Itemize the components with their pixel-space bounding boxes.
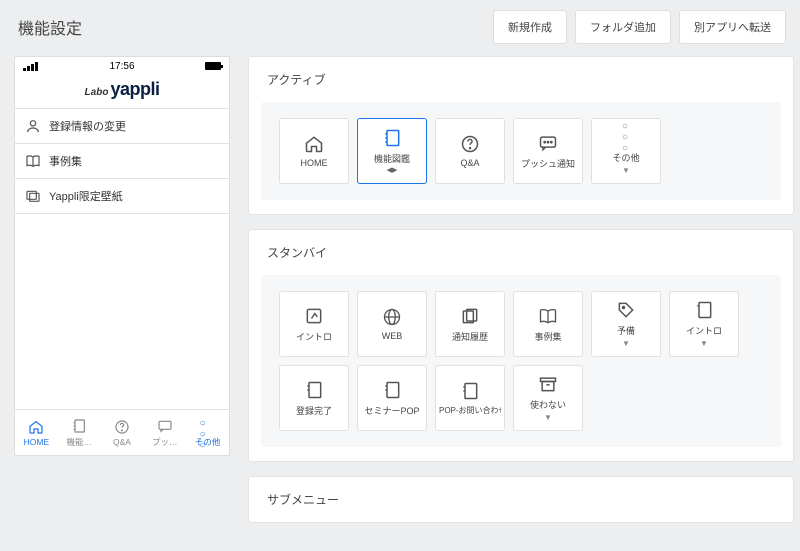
header-actions: 新規作成 フォルダ追加 別アプリへ転送 (493, 10, 786, 44)
phone-menu-item[interactable]: 事例集 (15, 144, 229, 179)
chevron-down-icon: ▼ (622, 166, 630, 175)
tab-qa[interactable]: Q&A (101, 410, 144, 455)
card-label: イントロ (686, 324, 722, 337)
chevron-down-icon: ▼ (622, 339, 630, 348)
card-register-done[interactable]: 登録完了 (279, 365, 349, 431)
tab-other[interactable]: ○ ○ ○ その他 (186, 410, 229, 455)
transfer-button[interactable]: 別アプリへ転送 (679, 10, 786, 44)
card-label: Q&A (460, 158, 479, 168)
gallery-icon (25, 188, 41, 204)
tab-label: Q&A (113, 437, 131, 447)
notebook-icon (460, 381, 480, 401)
more-icon: ○ ○ ○ (616, 127, 636, 147)
add-folder-button[interactable]: フォルダ追加 (575, 10, 671, 44)
card-label: その他 (612, 151, 639, 164)
card-intro2[interactable]: イントロ ▼ (669, 291, 739, 357)
notebook-icon (304, 380, 324, 400)
card-label: POP-お問い合わせ (439, 405, 501, 416)
card-unused[interactable]: 使わない ▼ (513, 365, 583, 431)
tag-icon (616, 300, 636, 320)
card-qa[interactable]: Q&A (435, 118, 505, 184)
section-title: アクティブ (249, 57, 793, 102)
battery-icon (205, 62, 221, 70)
notebook-icon (71, 418, 87, 434)
card-label: 登録完了 (296, 404, 332, 417)
phone-menu-item[interactable]: Yappli限定壁紙 (15, 179, 229, 214)
tab-push[interactable]: プッ… (143, 410, 186, 455)
section-submenu: サブメニュー (248, 476, 794, 523)
notebook-icon (694, 300, 714, 320)
card-intro[interactable]: イントロ (279, 291, 349, 357)
card-label: セミナーPOP (364, 404, 419, 417)
chevron-down-icon: ▼ (700, 339, 708, 348)
card-history[interactable]: 通知履歴 (435, 291, 505, 357)
card-other[interactable]: ○ ○ ○ その他 ▼ (591, 118, 661, 184)
tab-label: プッ… (152, 436, 178, 448)
question-icon (114, 419, 130, 435)
layers-icon (460, 306, 480, 326)
card-pop-contact[interactable]: POP-お問い合わせ (435, 365, 505, 431)
main-panel: アクティブ HOME 機能図鑑 ◀▶ Q&A プッシュ通知 (248, 56, 800, 551)
card-label: 機能図鑑 (374, 152, 410, 165)
card-sub: ◀▶ (387, 166, 398, 174)
house-icon (304, 134, 324, 154)
card-label: 通知履歴 (452, 330, 488, 343)
signal-icon (23, 62, 38, 71)
phone-menu: 登録情報の変更 事例集 Yappli限定壁紙 (15, 109, 229, 214)
globe-icon (382, 307, 402, 327)
card-label: HOME (301, 158, 328, 168)
phone-brand: Laboyappli (15, 75, 229, 109)
card-label: イントロ (296, 330, 332, 343)
section-standby: スタンバイ イントロ WEB 通知履歴 事例集 (248, 229, 794, 462)
notebook-icon (382, 128, 402, 148)
card-label: 使わない (530, 398, 566, 411)
phone-tabbar: HOME 機能… Q&A プッ… ○ ○ ○ その他 (15, 409, 229, 455)
chevron-down-icon: ▼ (544, 413, 552, 422)
arrow-up-icon (304, 306, 324, 326)
brand-name: yappli (110, 79, 159, 99)
archive-icon (538, 374, 558, 394)
book-icon (538, 306, 558, 326)
question-icon (460, 134, 480, 154)
phone-menu-item[interactable]: 登録情報の変更 (15, 109, 229, 144)
brand-prefix: Labo (85, 87, 109, 98)
tab-label: その他 (195, 436, 221, 448)
tab-label: HOME (24, 437, 50, 447)
person-icon (25, 118, 41, 134)
phone-preview: 17:56 Laboyappli 登録情報の変更 事例集 Yappli限定壁紙 (14, 56, 230, 456)
card-label: プッシュ通知 (521, 157, 575, 170)
new-button[interactable]: 新規作成 (493, 10, 567, 44)
section-title: サブメニュー (249, 477, 793, 522)
card-home[interactable]: HOME (279, 118, 349, 184)
phone-menu-label: 事例集 (49, 153, 82, 169)
phone-menu-label: Yappli限定壁紙 (49, 188, 123, 204)
book-icon (25, 153, 41, 169)
card-web[interactable]: WEB (357, 291, 427, 357)
card-spare[interactable]: 予備 ▼ (591, 291, 661, 357)
chat-icon (157, 418, 173, 434)
page-title: 機能設定 (18, 15, 82, 39)
tab-home[interactable]: HOME (15, 410, 58, 455)
tab-label: 機能… (66, 436, 92, 448)
notebook-icon (382, 380, 402, 400)
card-features[interactable]: 機能図鑑 ◀▶ (357, 118, 427, 184)
tab-features[interactable]: 機能… (58, 410, 101, 455)
card-label: 事例集 (534, 330, 561, 343)
house-icon (28, 419, 44, 435)
phone-time: 17:56 (109, 61, 134, 72)
phone-statusbar: 17:56 (15, 57, 229, 75)
more-icon: ○ ○ ○ (200, 418, 216, 434)
section-active: アクティブ HOME 機能図鑑 ◀▶ Q&A プッシュ通知 (248, 56, 794, 215)
section-body: HOME 機能図鑑 ◀▶ Q&A プッシュ通知 ○ ○ ○ その他 (261, 102, 781, 200)
chat-icon (538, 133, 558, 153)
section-title: スタンバイ (249, 230, 793, 275)
section-body: イントロ WEB 通知履歴 事例集 予備 ▼ (261, 275, 781, 447)
card-seminar-pop[interactable]: セミナーPOP (357, 365, 427, 431)
phone-menu-label: 登録情報の変更 (49, 118, 126, 134)
card-label: WEB (382, 331, 403, 341)
card-push[interactable]: プッシュ通知 (513, 118, 583, 184)
card-label: 予備 (617, 324, 635, 337)
card-cases[interactable]: 事例集 (513, 291, 583, 357)
